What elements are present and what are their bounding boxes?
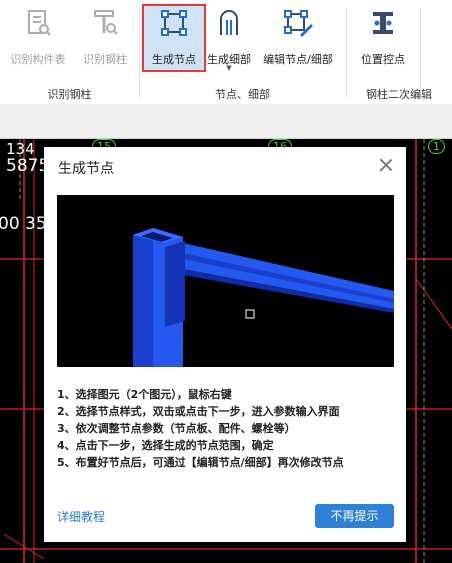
- table-recognize-icon: [28, 10, 51, 36]
- generate-node-label: 生成节点: [152, 53, 196, 66]
- chevron-down-icon[interactable]: ▼: [204, 64, 254, 72]
- group-label-node-detail: 节点、细部: [215, 88, 270, 101]
- generate-node-icon: [161, 10, 187, 36]
- instruction-step: 5、布置好节点后，可通过【编辑节点/细部】再次修改节点: [57, 456, 344, 469]
- column-recognize-icon: [94, 10, 118, 35]
- group-separator: [139, 8, 140, 98]
- generate-node-button[interactable]: 生成节点: [142, 4, 206, 72]
- generate-node-dialog: 生成节点 1、选择图元（2个图元），鼠标右键 2、选择节点样式，双击或点击下一步…: [44, 147, 406, 542]
- position-control-button[interactable]: 位置控点: [352, 6, 414, 70]
- preview-animation: [57, 195, 394, 367]
- edit-node-icon: [284, 10, 313, 37]
- group-label-column-edit: 钢柱二次编辑: [366, 88, 432, 101]
- tutorial-link[interactable]: 详细教程: [57, 508, 105, 525]
- generate-detail-button[interactable]: 生成细部 ▼: [204, 6, 254, 72]
- group-label-recognize: 识别钢柱: [47, 88, 92, 101]
- recognize-table-button[interactable]: 识别构件表: [2, 6, 74, 70]
- generate-detail-icon: [220, 10, 238, 35]
- instruction-step: 3、依次调整节点参数（节点板、配件、螺栓等）: [57, 422, 296, 435]
- steel-node-illustration: [133, 228, 394, 367]
- group-separator: [420, 8, 421, 98]
- axis-marker: 1: [428, 139, 445, 154]
- position-control-label: 位置控点: [361, 53, 405, 66]
- recognize-table-label: 识别构件表: [10, 53, 66, 66]
- ribbon-toolbar: 识别构件表 识别钢柱 生成节点 生成细部 ▼ 编辑节点/细部 位置控点 识别钢柱…: [0, 0, 452, 105]
- instruction-step: 4、点击下一步，选择生成的节点范围，确定: [57, 439, 274, 452]
- group-separator: [346, 8, 347, 98]
- dialog-title: 生成节点: [58, 161, 114, 177]
- dont-show-again-button[interactable]: 不再提示: [315, 504, 394, 528]
- position-control-icon: [373, 12, 393, 34]
- toolbar-strip: [0, 104, 452, 139]
- instruction-step: 2、选择节点样式，双击或点击下一步，进入参数输入界面: [57, 405, 340, 418]
- instruction-step: 1、选择图元（2个图元），鼠标右键: [57, 388, 232, 401]
- recognize-column-button[interactable]: 识别钢柱: [74, 6, 136, 70]
- edit-node-button[interactable]: 编辑节点/细部: [254, 6, 342, 70]
- dimension-text: 5875: [6, 156, 50, 176]
- instruction-list: 1、选择图元（2个图元），鼠标右键 2、选择节点样式，双击或点击下一步，进入参数…: [57, 386, 397, 471]
- edit-node-label: 编辑节点/细部: [263, 53, 333, 66]
- recognize-column-label: 识别钢柱: [83, 53, 127, 66]
- close-icon[interactable]: [377, 156, 395, 174]
